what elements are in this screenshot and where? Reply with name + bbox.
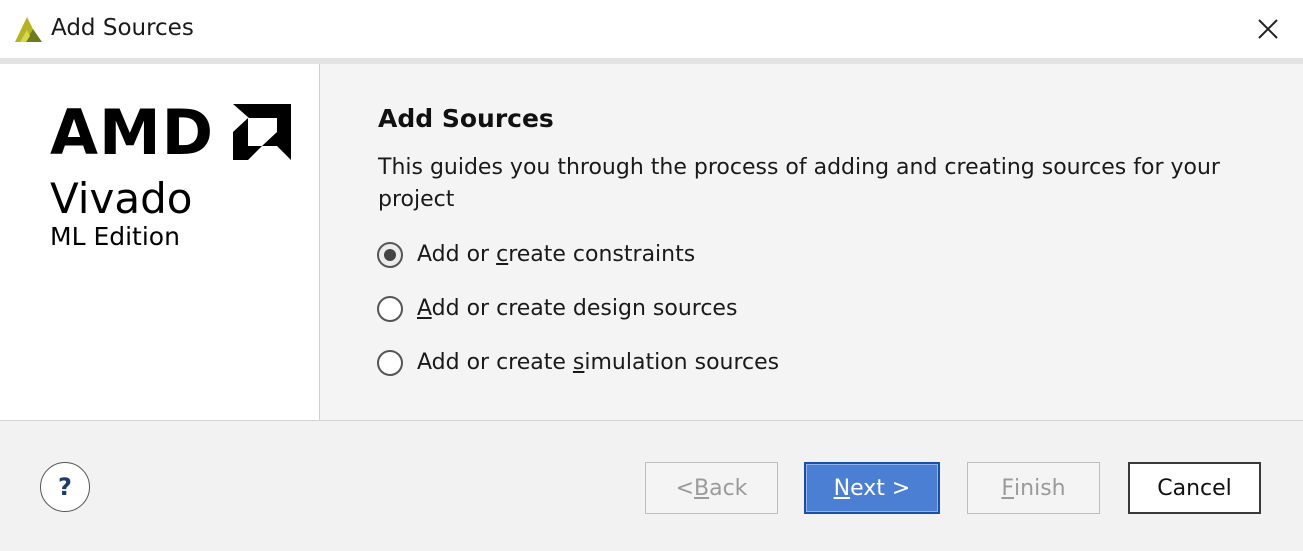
mnemonic: c [496, 242, 509, 267]
button-text: ext > [850, 475, 911, 501]
page-description: This guides you through the process of a… [378, 155, 1220, 212]
wizard-content: Add Sources This guides you through the … [320, 64, 1303, 420]
option-constraints[interactable]: Add or create constraints [377, 242, 779, 296]
label-text: reate constraints [508, 242, 696, 267]
help-button[interactable]: ? [40, 462, 90, 512]
logo-product-text: Vivado [50, 174, 193, 223]
page-heading: Add Sources [378, 104, 554, 133]
label-text: Add or create [417, 350, 573, 375]
button-text: < [675, 475, 694, 501]
radio-selected-dot [384, 249, 396, 261]
finish-button[interactable]: Finish [967, 462, 1100, 514]
label-text: Add or [417, 242, 497, 267]
option-label-design-sources[interactable]: Add or create design sources [417, 296, 737, 322]
title-bar: Add Sources [0, 0, 1303, 59]
help-icon: ? [58, 473, 72, 501]
button-text: ack [709, 475, 748, 501]
mnemonic: B [694, 475, 710, 501]
logo-edition-text: ML Edition [50, 222, 180, 251]
radio-simulation-sources[interactable] [377, 350, 403, 376]
amd-vivado-logo: AMD Vivado ML Edition [50, 102, 292, 252]
back-button[interactable]: < Back [645, 462, 778, 514]
close-icon[interactable] [1255, 16, 1281, 42]
logo-brand-text: AMD [50, 96, 215, 169]
mnemonic: N [833, 475, 851, 501]
amd-arrow-icon [233, 104, 291, 160]
dialog-footer: ? < Back Next > Finish Cancel [0, 421, 1303, 551]
mnemonic: s [572, 350, 585, 375]
vivado-app-icon [15, 17, 42, 42]
window-title: Add Sources [51, 15, 194, 41]
button-text: inish [1014, 475, 1066, 501]
cancel-button[interactable]: Cancel [1128, 462, 1261, 514]
option-simulation-sources[interactable]: Add or create simulation sources [377, 350, 779, 404]
source-type-options: Add or create constraints Add or create … [377, 242, 779, 404]
option-label-constraints[interactable]: Add or create constraints [417, 242, 695, 268]
button-text: Cancel [1157, 475, 1232, 501]
option-label-simulation-sources[interactable]: Add or create simulation sources [417, 350, 779, 376]
label-text: dd or create design sources [431, 296, 738, 321]
radio-design-sources[interactable] [377, 296, 403, 322]
mnemonic: A [417, 296, 432, 321]
radio-constraints[interactable] [377, 242, 403, 268]
label-text: imulation sources [584, 350, 780, 375]
next-button[interactable]: Next > [804, 462, 940, 514]
mnemonic: F [1001, 475, 1015, 501]
option-design-sources[interactable]: Add or create design sources [377, 296, 779, 350]
branding-panel: AMD Vivado ML Edition [0, 64, 320, 420]
